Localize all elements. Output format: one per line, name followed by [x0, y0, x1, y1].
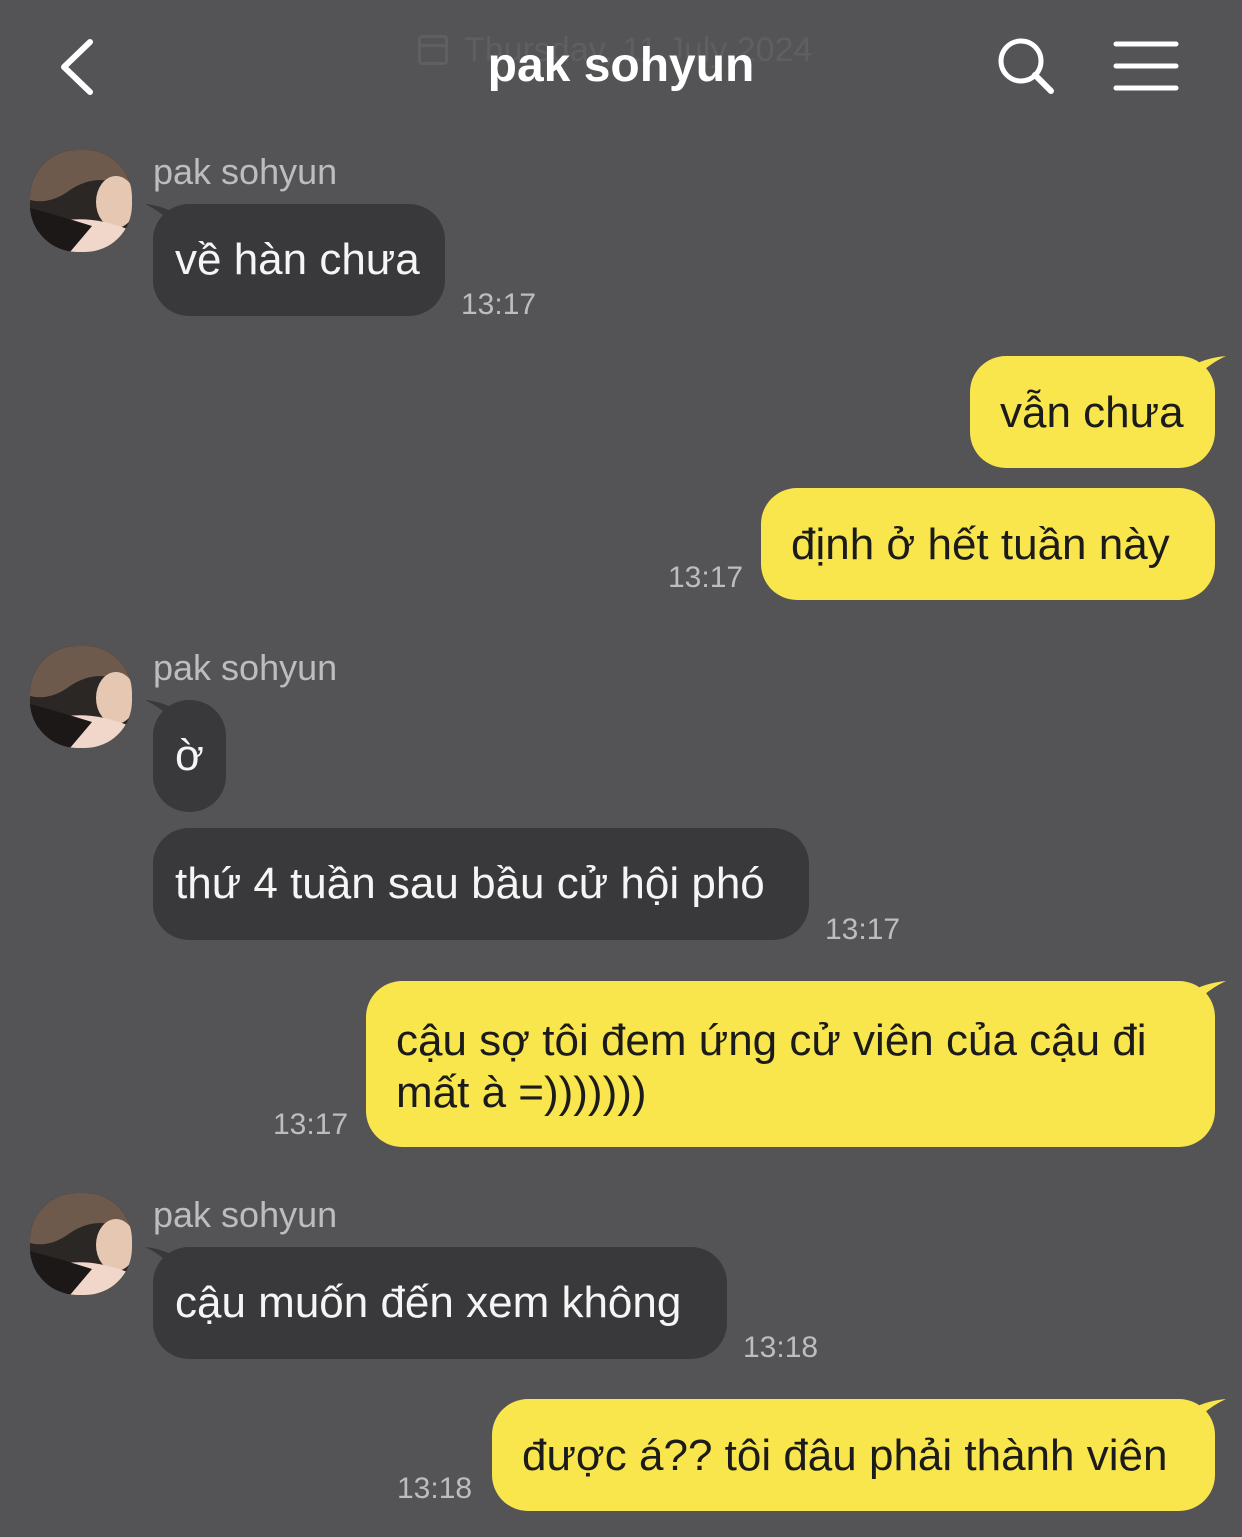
message-time: 13:18 [397, 1472, 473, 1505]
contact-avatar[interactable] [30, 646, 132, 748]
search-icon [998, 38, 1054, 94]
avatar-photo [30, 150, 132, 252]
message-bubble-incoming[interactable]: ờ [153, 700, 226, 812]
message-bubble-incoming[interactable]: thứ 4 tuần sau bầu cử hội phó [153, 828, 809, 940]
message-time: 13:17 [825, 913, 901, 946]
avatar-photo [30, 1193, 132, 1295]
hamburger-menu-icon [1113, 41, 1179, 91]
message-bubble-outgoing[interactable]: được á?? tôi đâu phải thành viên [492, 1399, 1215, 1511]
message-line: mất à =))))))) [396, 1068, 647, 1117]
sender-name: pak sohyun [153, 151, 338, 192]
search-button[interactable] [994, 34, 1058, 98]
sender-name: pak sohyun [153, 647, 338, 688]
message-time: 13:17 [273, 1108, 349, 1141]
avatar-photo [30, 646, 132, 748]
message-bubble-incoming[interactable]: về hàn chưa [153, 204, 445, 316]
contact-avatar[interactable] [30, 1193, 132, 1295]
menu-button[interactable] [1112, 38, 1180, 94]
message-bubble-outgoing[interactable]: định ở hết tuần này [761, 488, 1215, 600]
contact-avatar[interactable] [30, 150, 132, 252]
sender-name: pak sohyun [153, 1194, 338, 1235]
message-time: 13:17 [461, 288, 537, 321]
message-bubble-outgoing[interactable]: cậu sợ tôi đem ứng cử viên của cậu đi mấ… [366, 981, 1215, 1147]
message-bubble-incoming[interactable]: cậu muốn đến xem không [153, 1247, 727, 1359]
message-bubble-outgoing[interactable]: vẫn chưa [970, 356, 1215, 468]
message-time: 13:18 [743, 1331, 819, 1364]
chat-header: Thursday, 11 July 2024 pak sohyun [0, 0, 1242, 130]
message-line: cậu sợ tôi đem ứng cử viên của cậu đi [396, 1016, 1147, 1065]
message-time: 13:17 [668, 561, 744, 594]
